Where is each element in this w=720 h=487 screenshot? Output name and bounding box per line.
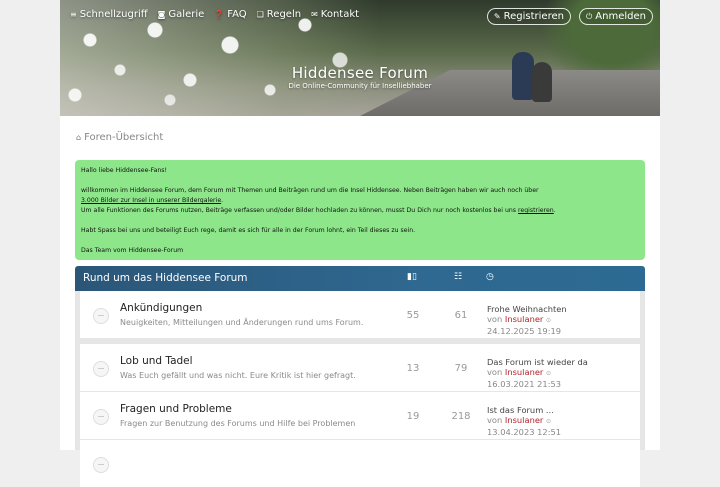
question-icon: ❓ (214, 10, 225, 19)
forum-post-count: 61 (454, 310, 468, 321)
forum-post-count: 79 (454, 363, 468, 374)
forum-status-icon (93, 308, 109, 324)
last-post-date: 13.04.2023 12:51 (487, 427, 562, 437)
forum-name[interactable]: Lob und Tadel (120, 355, 193, 367)
last-post-title[interactable]: Das Forum ist wieder da (487, 357, 588, 367)
forum-description: Neuigkeiten, Mitteilungen und Änderungen… (120, 318, 364, 327)
nav-label: Galerie (168, 9, 205, 20)
register-link[interactable]: registrieren (518, 207, 554, 214)
forum-topic-count: 13 (406, 363, 420, 374)
notice-line: willkommen im Hiddensee Forum, dem Forum… (81, 186, 639, 196)
login-button[interactable]: ⏻ Anmelden (578, 8, 653, 25)
forum-name[interactable]: Ankündigungen (120, 302, 202, 314)
main-nav: ≡ Schnellzugriff ◙ Galerie ❓ FAQ ❏ Regel… (70, 9, 359, 20)
forum-last-post: Ist das Forum ... von Insulaner ⊙ 13.04.… (487, 405, 561, 437)
nav-label: Regeln (266, 9, 302, 20)
notice-greeting: Hallo liebe Hiddensee-Fans! (81, 167, 168, 174)
notice-line: 3.000 Bilder zur Insel in unserer Bilder… (81, 196, 639, 206)
last-post-by: von (487, 415, 503, 425)
forum-status-icon (93, 361, 109, 377)
power-icon: ⏻ (585, 11, 593, 21)
site-header: ≡ Schnellzugriff ◙ Galerie ❓ FAQ ❏ Regel… (60, 0, 660, 116)
last-post-title[interactable]: Frohe Weihnachten (487, 304, 567, 314)
forum-description: Was Euch gefällt und was nicht. Eure Kri… (120, 371, 356, 380)
last-post-date: 24.12.2025 19:19 (487, 326, 562, 336)
register-label: Registrieren (503, 11, 564, 22)
clock-icon: ◷ (486, 272, 494, 282)
nav-faq[interactable]: ❓ FAQ (214, 9, 246, 20)
last-post-user[interactable]: Insulaner (505, 367, 543, 377)
forum-row (80, 440, 640, 487)
forum-topic-count: 19 (406, 411, 420, 422)
breadcrumb[interactable]: ⌂ Foren-Übersicht (76, 132, 163, 143)
nav-rules[interactable]: ❏ Regeln (257, 9, 301, 20)
notice-text: . (553, 207, 556, 214)
forum-status-icon (93, 409, 109, 425)
forum-description: Fragen zur Benutzung des Forums und Hilf… (120, 419, 356, 428)
forum-section-header: Rund um das Hiddensee Forum ▮▯ ☷ ◷ (75, 266, 645, 291)
bars-icon: ≡ (70, 10, 77, 19)
nav-label: Schnellzugriff (79, 9, 148, 20)
forum-list: Ankündigungen Neuigkeiten, Mitteilungen … (75, 291, 645, 487)
site-title[interactable]: Hiddensee Forum (60, 64, 660, 82)
breadcrumb-label: Foren-Übersicht (84, 132, 164, 143)
welcome-notice: Hallo liebe Hiddensee-Fans! willkommen i… (75, 160, 645, 260)
auth-buttons: ✎ Registrieren ⏻ Anmelden (486, 8, 653, 25)
nav-label: FAQ (227, 9, 247, 20)
comments-icon: ☷ (454, 272, 463, 282)
last-post-by: von (487, 314, 503, 324)
forum-topic-count: 55 (406, 310, 420, 321)
forum-status-icon (93, 457, 109, 473)
book-icon: ▮▯ (407, 272, 417, 282)
site-subtitle: Die Online-Community für Inselliebhaber (288, 82, 432, 90)
forum-row: Ankündigungen Neuigkeiten, Mitteilungen … (80, 291, 640, 338)
last-post-user[interactable]: Insulaner (505, 314, 543, 324)
camera-icon: ◙ (157, 10, 166, 19)
book-icon: ❏ (256, 10, 264, 19)
register-button[interactable]: ✎ Registrieren (486, 8, 571, 25)
last-post-user[interactable]: Insulaner (505, 415, 543, 425)
notice-text: . (221, 197, 224, 204)
notice-signoff: Das Team vom Hiddensee-Forum (81, 247, 184, 254)
nav-gallery[interactable]: ◙ Galerie (158, 9, 205, 20)
jump-to-post-icon[interactable]: ⊙ (546, 418, 551, 425)
nav-contact[interactable]: ✉ Kontakt (311, 9, 359, 20)
notice-line: Habt Spass bei uns und beteiligt Euch re… (81, 227, 416, 234)
nav-label: Kontakt (320, 9, 360, 20)
last-post-title[interactable]: Ist das Forum ... (487, 405, 561, 415)
last-post-date: 16.03.2021 21:53 (487, 379, 562, 389)
envelope-icon: ✉ (311, 10, 318, 19)
forum-section-title[interactable]: Rund um das Hiddensee Forum (83, 272, 248, 284)
forum-post-count: 218 (451, 411, 471, 422)
forum-row: Fragen und Probleme Fragen zur Benutzung… (80, 392, 640, 439)
notice-text: Um alle Funktionen des Forums nutzen, Be… (81, 207, 517, 214)
gallery-link[interactable]: 3.000 Bilder zur Insel in unserer Bilder… (81, 197, 221, 204)
edit-icon: ✎ (493, 12, 501, 21)
forum-row: Lob und Tadel Was Euch gefällt und was n… (80, 344, 640, 391)
nav-quick-access[interactable]: ≡ Schnellzugriff (70, 9, 148, 20)
page-container: ≡ Schnellzugriff ◙ Galerie ❓ FAQ ❏ Regel… (60, 0, 660, 487)
notice-line: Um alle Funktionen des Forums nutzen, Be… (81, 206, 639, 216)
login-label: Anmelden (595, 11, 646, 22)
jump-to-post-icon[interactable]: ⊙ (546, 317, 551, 324)
forum-last-post: Das Forum ist wieder da von Insulaner ⊙ … (487, 357, 588, 389)
forum-name[interactable]: Fragen und Probleme (120, 403, 232, 415)
notice-text: willkommen im Hiddensee Forum, dem Forum… (81, 187, 539, 194)
jump-to-post-icon[interactable]: ⊙ (546, 370, 551, 377)
last-post-by: von (487, 367, 503, 377)
forum-last-post: Frohe Weihnachten von Insulaner ⊙ 24.12.… (487, 304, 567, 336)
home-icon: ⌂ (76, 133, 82, 142)
